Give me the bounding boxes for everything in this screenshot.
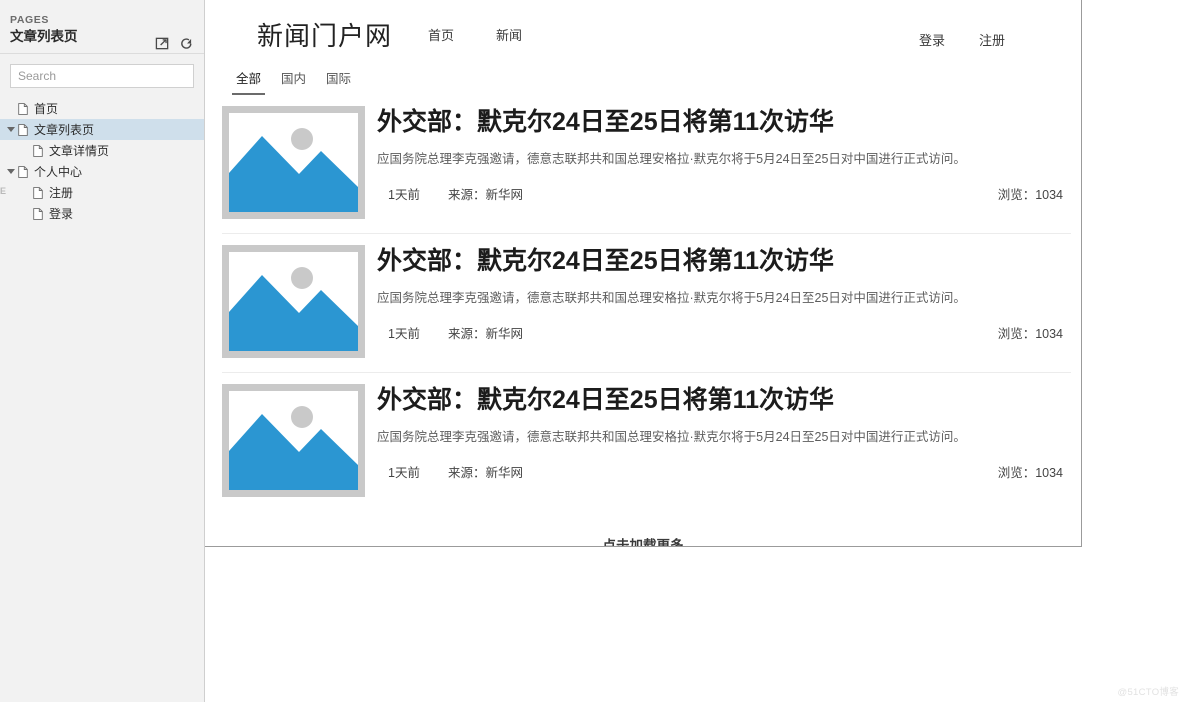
article-summary: 应国务院总理李克强邀请，德意志联邦共和国总理安格拉·默克尔将于5月24日至25日… xyxy=(377,430,966,444)
page-tree-item[interactable]: 首页 xyxy=(0,98,204,119)
watermark: @51CTO博客 xyxy=(1117,687,1179,698)
page-tree-item[interactable]: 个人中心 xyxy=(0,161,204,182)
article-meta: 1天前 来源：新华网 浏览：1034 xyxy=(377,184,1071,203)
document-icon xyxy=(18,123,28,136)
site-logo[interactable]: 新闻门户网 xyxy=(257,16,392,53)
category-tabs: 全部 国内 国际 xyxy=(205,66,1081,95)
refresh-icon[interactable] xyxy=(179,36,194,51)
image-placeholder-icon xyxy=(229,252,358,351)
page-document-icon xyxy=(33,144,49,157)
article-row[interactable]: 外交部：默克尔24日至25日将第11次访华应国务院总理李克强邀请，德意志联邦共和… xyxy=(222,384,1071,511)
article-summary: 应国务院总理李克强邀请，德意志联邦共和国总理安格拉·默克尔将于5月24日至25日… xyxy=(377,291,966,305)
auth-link[interactable]: 登录 xyxy=(919,30,945,49)
article-time: 1天前 xyxy=(388,466,420,480)
image-placeholder-icon xyxy=(229,113,358,212)
page-tree-item[interactable]: 登录 xyxy=(0,203,204,224)
page-tree: 首页文章列表页文章详情页个人中心注册登录 xyxy=(0,98,204,224)
page-tree-item[interactable]: 注册 xyxy=(0,182,204,203)
article-time: 1天前 xyxy=(388,188,420,202)
article-view-count: 浏览：1034 xyxy=(997,327,1063,341)
page-tree-item-label: 文章列表页 xyxy=(34,123,95,137)
article-summary: 应国务院总理李克强邀请，德意志联邦共和国总理安格拉·默克尔将于5月24日至25日… xyxy=(377,152,966,166)
article-title[interactable]: 外交部：默克尔24日至25日将第11次访华 xyxy=(377,384,1071,416)
article-time: 1天前 xyxy=(388,327,420,341)
pages-sidebar: PAGES 文章列表页 首页文章列表页文章详情页个人中心注册登录 E xyxy=(0,0,205,702)
article-meta: 1天前 来源：新华网 浏览：1034 xyxy=(377,462,1071,481)
pages-section-label: PAGES xyxy=(10,14,49,26)
search-container xyxy=(0,54,204,96)
page-tree-item[interactable]: 文章详情页 xyxy=(0,140,204,161)
tree-expand-caret-icon[interactable] xyxy=(4,127,18,132)
prototype-canvas: 新闻门户网 首页 新闻 登录 注册 全部 国内 国际 外交部：默克尔24日至25日将第1… xyxy=(205,0,1082,547)
category-tab[interactable]: 国内 xyxy=(277,66,310,95)
article-source: 来源：新华网 xyxy=(447,188,523,202)
load-more-button[interactable]: 点击加载更多 xyxy=(205,522,1081,546)
document-icon xyxy=(33,186,43,199)
article-body: 外交部：默克尔24日至25日将第11次访华应国务院总理李克强邀请，德意志联邦共和… xyxy=(365,106,1071,203)
page-document-icon xyxy=(18,102,34,115)
caret-down-icon xyxy=(7,127,15,132)
page-document-icon xyxy=(18,165,34,178)
edge-letter: E xyxy=(0,186,7,196)
image-placeholder-icon xyxy=(229,391,358,490)
image-placeholder-graphic xyxy=(229,113,358,212)
article-list: 外交部：默克尔24日至25日将第11次访华应国务院总理李克强邀请，德意志联邦共和… xyxy=(205,106,1081,511)
article-view-count: 浏览：1034 xyxy=(997,466,1063,480)
image-placeholder-graphic xyxy=(229,252,358,351)
image-placeholder-graphic xyxy=(229,391,358,490)
category-tab[interactable]: 全部 xyxy=(232,66,266,95)
page-tree-item-label: 登录 xyxy=(49,207,74,221)
article-thumbnail[interactable] xyxy=(222,106,365,219)
article-meta: 1天前 来源：新华网 浏览：1034 xyxy=(377,323,1071,342)
sidebar-header: PAGES 文章列表页 xyxy=(0,0,204,54)
search-input[interactable] xyxy=(10,64,194,88)
article-thumbnail[interactable] xyxy=(222,245,365,358)
auth-link[interactable]: 注册 xyxy=(979,30,1005,49)
page-tree-item[interactable]: 文章列表页 xyxy=(0,119,204,140)
article-source: 来源：新华网 xyxy=(447,466,523,480)
nav-item[interactable]: 首页 xyxy=(428,25,454,44)
page-document-icon xyxy=(33,186,49,199)
article-row[interactable]: 外交部：默克尔24日至25日将第11次访华应国务院总理李克强邀请，德意志联邦共和… xyxy=(222,106,1071,234)
page-document-icon xyxy=(18,123,34,136)
article-body: 外交部：默克尔24日至25日将第11次访华应国务院总理李克强邀请，德意志联邦共和… xyxy=(365,245,1071,342)
main-nav: 首页 新闻 xyxy=(428,25,522,44)
page-tree-item-label: 个人中心 xyxy=(34,165,83,179)
article-thumbnail[interactable] xyxy=(222,384,365,497)
auth-nav: 登录 注册 xyxy=(919,30,1005,49)
document-icon xyxy=(18,165,28,178)
nav-item[interactable]: 新闻 xyxy=(496,25,522,44)
caret-down-icon xyxy=(7,169,15,174)
article-view-count: 浏览：1034 xyxy=(997,188,1063,202)
sidebar-header-icons xyxy=(155,36,194,51)
article-row[interactable]: 外交部：默克尔24日至25日将第11次访华应国务院总理李克强邀请，德意志联邦共和… xyxy=(222,245,1071,373)
document-icon xyxy=(18,102,28,115)
page-tree-item-label: 文章详情页 xyxy=(49,144,110,158)
article-body: 外交部：默克尔24日至25日将第11次访华应国务院总理李克强邀请，德意志联邦共和… xyxy=(365,384,1071,481)
document-icon xyxy=(33,144,43,157)
page-document-icon xyxy=(33,207,49,220)
article-source: 来源：新华网 xyxy=(447,327,523,341)
article-title[interactable]: 外交部：默克尔24日至25日将第11次访华 xyxy=(377,106,1071,138)
page-tree-item-label: 注册 xyxy=(49,186,74,200)
category-tab[interactable]: 国际 xyxy=(322,66,355,95)
page-tree-item-label: 首页 xyxy=(34,102,59,116)
site-header: 新闻门户网 首页 新闻 登录 注册 xyxy=(205,0,1081,68)
article-title[interactable]: 外交部：默克尔24日至25日将第11次访华 xyxy=(377,245,1071,277)
tree-expand-caret-icon[interactable] xyxy=(4,169,18,174)
open-in-new-window-icon[interactable] xyxy=(155,36,170,51)
document-icon xyxy=(33,207,43,220)
